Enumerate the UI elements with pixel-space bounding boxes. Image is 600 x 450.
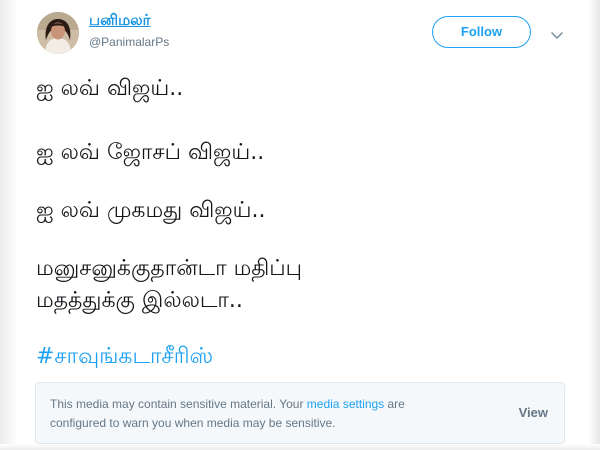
- profile-photo-icon: [37, 12, 79, 54]
- media-settings-link[interactable]: media settings: [307, 397, 384, 411]
- tweet-card: பனிமலர் @PanimalarPs Follow ஐ லவ் விஜய்.…: [0, 0, 600, 450]
- sensitive-media-notice: This media may contain sensitive materia…: [35, 382, 565, 444]
- right-edge-shadow: [588, 0, 600, 450]
- tweet-text-line: ஐ லவ் விஜய்..: [36, 76, 184, 101]
- bottom-edge-shadow: [0, 444, 600, 450]
- tweet-text-line: ஐ லவ் ஜோசப் விஜய்..: [36, 140, 265, 165]
- hashtag-link[interactable]: #சாவுங்கடாசீரிஸ்: [36, 344, 213, 370]
- tweet-text-line: ஐ லவ் முகமது விஜய்..: [36, 198, 266, 223]
- user-handle[interactable]: @PanimalarPs: [89, 35, 169, 49]
- follow-button[interactable]: Follow: [432, 16, 531, 48]
- tweet-text-line: மதத்துக்கு இல்லடா..: [36, 288, 243, 313]
- avatar[interactable]: [37, 12, 79, 54]
- left-edge-shadow: [0, 0, 18, 450]
- sensitive-media-message: This media may contain sensitive materia…: [50, 395, 460, 433]
- chevron-down-icon[interactable]: [550, 26, 564, 39]
- notice-text-start: This media may contain sensitive materia…: [50, 397, 307, 411]
- tweet-text-line: மனுசனுக்குதான்டா மதிப்பு: [36, 256, 303, 281]
- user-display-name[interactable]: பனிமலர்: [89, 11, 150, 31]
- view-media-button[interactable]: View: [519, 405, 548, 420]
